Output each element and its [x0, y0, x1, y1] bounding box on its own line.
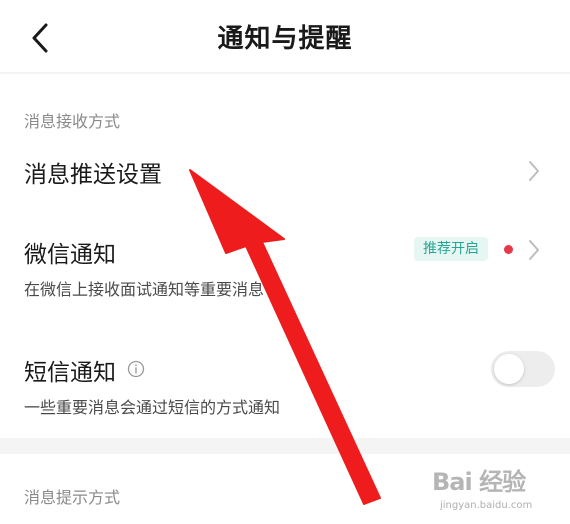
sms-notify-row: 短信通知 一些重要消息会通过短信的方式通知 [0, 340, 570, 430]
unread-dot [504, 245, 513, 254]
section-label-prompt: 消息提示方式 [24, 488, 121, 507]
wechat-notify-title: 微信通知 [24, 242, 116, 268]
section-divider [0, 438, 570, 454]
section-label-receive: 消息接收方式 [24, 112, 121, 131]
header-divider [0, 72, 570, 74]
chevron-right-icon [529, 240, 539, 260]
sms-toggle[interactable] [491, 351, 555, 387]
push-settings-title: 消息推送设置 [24, 162, 162, 188]
push-settings-row[interactable]: 消息推送设置 [0, 140, 570, 202]
sms-notify-title: 短信通知 [24, 360, 116, 386]
recommend-badge: 推荐开启 [414, 237, 488, 261]
toggle-knob [494, 354, 524, 384]
watermark-url: jingyan.baidu.com [440, 500, 533, 511]
baidu-watermark: Bai 经验 jingyan.baidu.com [432, 462, 558, 518]
top-bar: 通知与提醒 [0, 0, 570, 72]
wechat-notify-row[interactable]: 微信通知 在微信上接收面试通知等重要消息 推荐开启 [0, 222, 570, 312]
page-title: 通知与提醒 [217, 24, 353, 54]
watermark-text: Bai 经验 [432, 468, 526, 496]
sms-notify-subtitle: 一些重要消息会通过短信的方式通知 [24, 398, 281, 417]
info-circle-icon[interactable] [127, 360, 145, 378]
chevron-right-icon [529, 161, 539, 181]
wechat-notify-subtitle: 在微信上接收面试通知等重要消息 [24, 280, 265, 299]
